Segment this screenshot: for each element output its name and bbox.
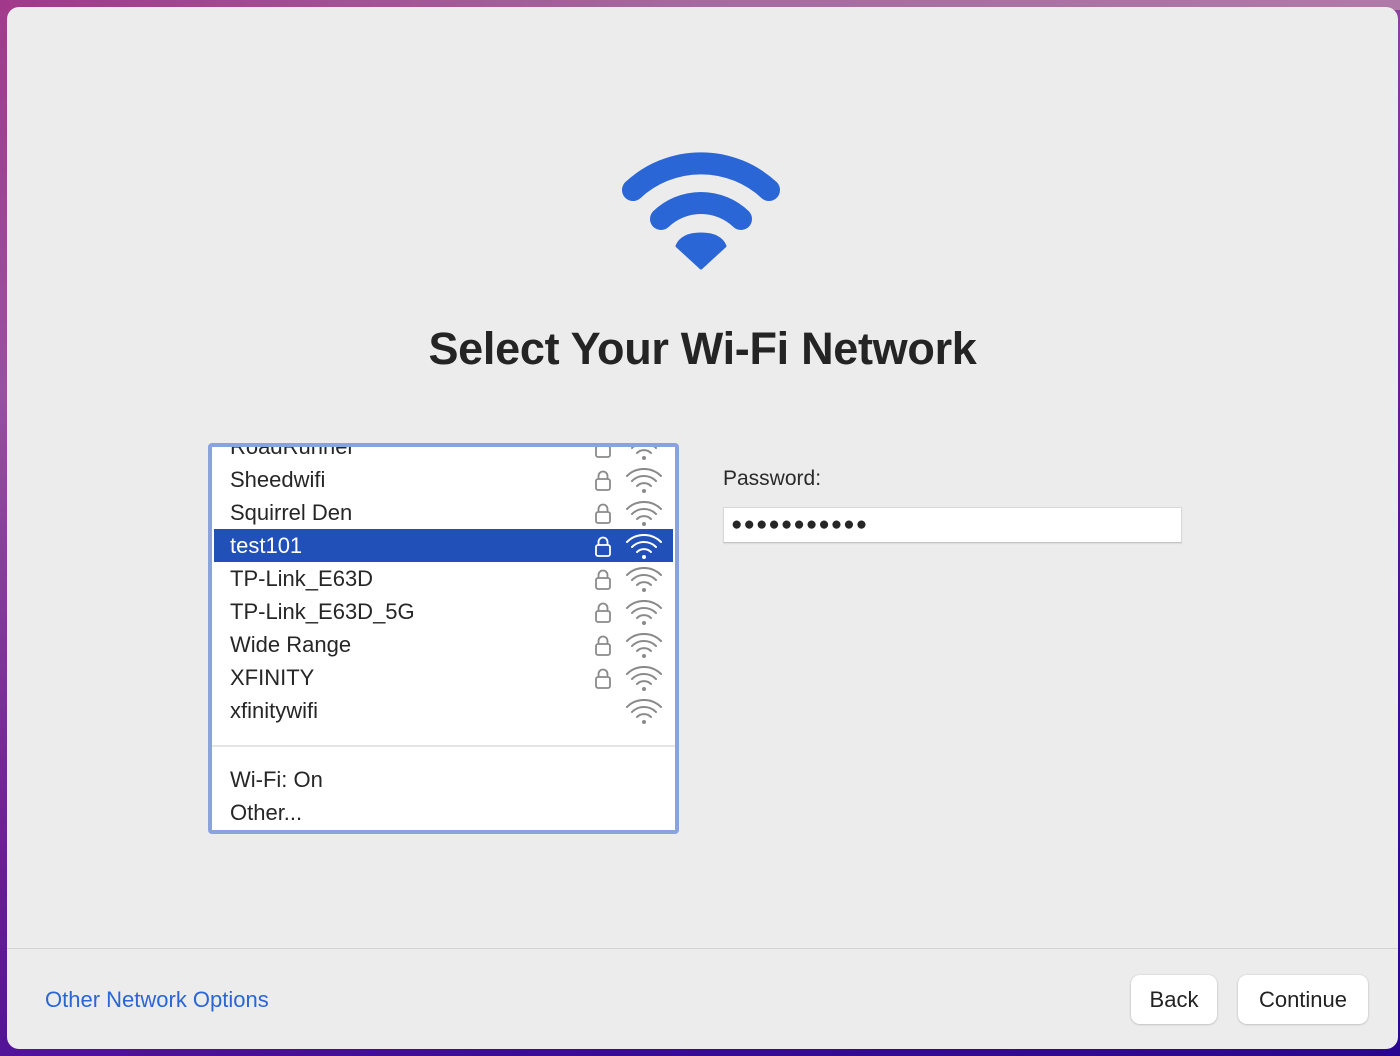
wifi-icon: [622, 152, 780, 270]
wifi-signal-icon: [626, 468, 662, 493]
lock-icon: [595, 470, 611, 491]
lock-icon: [595, 635, 611, 656]
lock-icon: [595, 569, 611, 590]
network-row[interactable]: xfinitywifi: [212, 694, 675, 727]
other-network-item[interactable]: Other...: [212, 796, 675, 829]
wifi-signal-icon: [626, 633, 662, 658]
wifi-arc-middle: [650, 192, 752, 230]
wifi-signal-icon: [631, 447, 657, 460]
network-row[interactable]: TP-Link_E63D_5G: [212, 595, 675, 628]
network-list[interactable]: RoadRunnerSheedwifiSquirrel Dentest101TP…: [208, 443, 679, 834]
network-row[interactable]: Wide Range: [212, 628, 675, 661]
wifi-signal-icon: [626, 534, 662, 559]
wifi-toggle-item[interactable]: Wi-Fi: On: [212, 763, 675, 796]
network-row[interactable]: Sheedwifi: [212, 463, 675, 496]
password-label: Password:: [723, 467, 822, 490]
network-row[interactable]: TP-Link_E63D: [212, 562, 675, 595]
page-title: Select Your Wi-Fi Network: [428, 323, 977, 374]
wifi-signal-icon: [626, 501, 662, 526]
wifi-signal-icon: [626, 699, 662, 724]
lock-icon: [595, 503, 611, 524]
wifi-signal-icon: [626, 666, 662, 691]
network-list-scroll-area[interactable]: RoadRunnerSheedwifiSquirrel Dentest101TP…: [212, 447, 675, 745]
wifi-arc-outer: [622, 152, 780, 201]
lock-icon: [595, 602, 611, 623]
footer-divider: [7, 948, 1398, 949]
other-network-options-link[interactable]: Other Network Options: [45, 987, 269, 1013]
wifi-signal-icon: [626, 600, 662, 625]
network-row[interactable]: RoadRunner: [212, 447, 675, 463]
lock-icon: [595, 536, 611, 557]
wifi-toggle-label: Wi-Fi: On: [230, 766, 323, 792]
password-value: ●●●●●●●●●●●: [731, 514, 869, 535]
network-name: xfinitywifi: [230, 697, 319, 723]
network-row[interactable]: XFINITY: [212, 661, 675, 694]
list-divider: [212, 745, 675, 747]
setup-assistant-window: Select Your Wi-Fi Network RoadRunnerShee…: [7, 7, 1398, 1049]
network-row[interactable]: Squirrel Den: [212, 496, 675, 529]
back-button[interactable]: Back: [1131, 975, 1217, 1024]
lock-icon: [595, 668, 611, 689]
continue-button[interactable]: Continue: [1238, 975, 1368, 1024]
wifi-dot: [675, 232, 727, 270]
lock-icon: [595, 447, 611, 458]
network-row-selected[interactable]: test101: [214, 529, 673, 562]
other-network-label: Other...: [230, 799, 303, 825]
password-field[interactable]: ●●●●●●●●●●●: [723, 507, 1182, 543]
wifi-signal-icon: [626, 567, 662, 592]
